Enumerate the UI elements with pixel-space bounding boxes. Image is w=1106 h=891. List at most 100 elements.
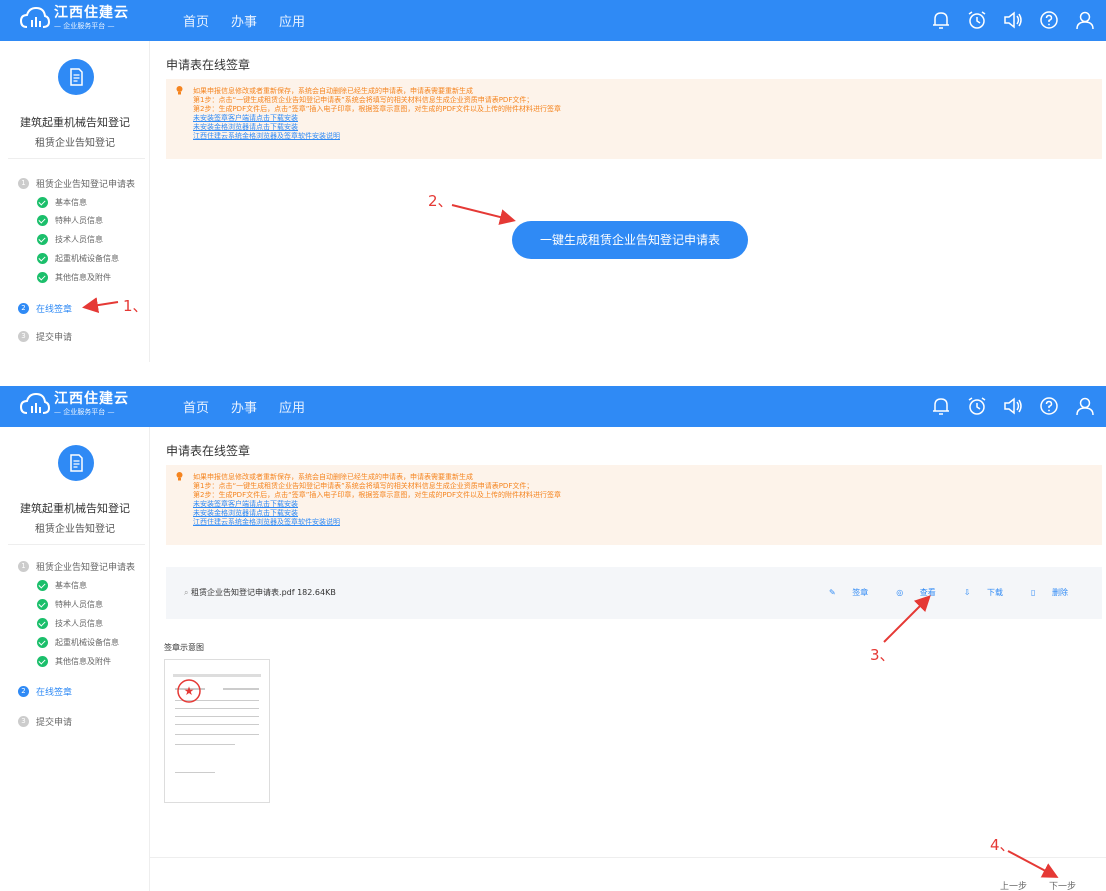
app-subtitle: — 企业服务平台 —: [54, 408, 115, 416]
sidebar: 建筑起重机械告知登记 租赁企业告知登记 1 租赁企业告知登记申请表 基本信息 特种…: [0, 427, 150, 891]
sidebar-title: 建筑起重机械告知登记: [20, 116, 130, 129]
lightbulb-icon: [176, 86, 183, 95]
bell-icon[interactable]: [930, 9, 952, 31]
nav-home[interactable]: 首页: [183, 11, 209, 30]
substep-basic-info[interactable]: 基本信息: [37, 197, 87, 208]
document-icon: [58, 445, 94, 481]
check-icon: [37, 197, 48, 208]
main-nav: 首页 办事 应用: [183, 386, 327, 427]
seal-example-title: 签章示意图: [164, 643, 204, 652]
top-bar: 江西住建云 — 企业服务平台 — 首页 办事 应用: [0, 0, 1106, 41]
step-application-form[interactable]: 1 租赁企业告知登记申请表: [18, 177, 135, 190]
document-icon: [58, 59, 94, 95]
step-label: 在线签章: [36, 305, 73, 315]
nav-apps[interactable]: 应用: [279, 397, 305, 416]
user-icon[interactable]: [1074, 9, 1096, 31]
step-online-seal[interactable]: 2 在线签章: [18, 302, 72, 315]
app-name: 江西住建云: [54, 5, 129, 21]
substep-basic-info[interactable]: 基本信息: [37, 580, 87, 591]
substep-label: 起重机械设备信息: [55, 638, 119, 647]
top-bar: 江西住建云 — 企业服务平台 — 首页 办事 应用: [0, 386, 1106, 427]
cloud-logo-icon: [20, 392, 50, 414]
app-logo[interactable]: 江西住建云 — 企业服务平台 —: [20, 391, 129, 417]
generate-form-button[interactable]: 一键生成租赁企业告知登记申请表: [512, 221, 748, 259]
check-icon: [37, 656, 48, 667]
nav-services[interactable]: 办事: [231, 397, 257, 416]
notice-box: 如果申报信息修改或者重新保存，系统会自动删除已经生成的申请表，申请表需要重新生成…: [166, 79, 1102, 159]
check-icon: [37, 253, 48, 264]
annotation-2: 2、: [428, 192, 453, 210]
download-label: 下载: [987, 588, 1004, 597]
step-number: 1: [18, 561, 29, 572]
next-step-button[interactable]: 下一步: [1049, 879, 1076, 891]
install-guide-link[interactable]: 江西住建云系统金格浏览器及签章软件安装说明: [193, 132, 1102, 141]
notice-line: 如果申报信息修改或者重新保存，系统会自动删除已经生成的申请表，申请表需要重新生成: [193, 473, 473, 481]
help-icon[interactable]: [1038, 395, 1060, 417]
paperclip-icon: ⌕: [184, 588, 192, 597]
substep-label: 基本信息: [55, 198, 87, 207]
alarm-clock-icon[interactable]: [966, 9, 988, 31]
app-subtitle: — 企业服务平台 —: [54, 22, 115, 30]
user-icon[interactable]: [1074, 395, 1096, 417]
eye-icon: ◎: [896, 588, 904, 597]
substep-other-info[interactable]: 其他信息及附件: [37, 272, 111, 283]
alarm-clock-icon[interactable]: [966, 395, 988, 417]
nav-home[interactable]: 首页: [183, 397, 209, 416]
sidebar-divider: [8, 158, 145, 159]
step-label: 提交申请: [36, 718, 73, 728]
seal-example-image[interactable]: ★: [164, 659, 270, 803]
check-icon: [37, 618, 48, 629]
substep-other-info[interactable]: 其他信息及附件: [37, 656, 111, 667]
download-button[interactable]: ⇩ 下载: [950, 587, 1003, 598]
step-number: 3: [18, 331, 29, 342]
view-button[interactable]: ◎ 查看: [882, 587, 936, 598]
page-title: 申请表在线签章: [166, 444, 251, 458]
nav-apps[interactable]: 应用: [279, 11, 305, 30]
check-icon: [37, 215, 48, 226]
notice-line: 第2步：生成PDF文件后，点击“签章”插入电子印章，根据签章示意图，对生成的PD…: [193, 491, 561, 499]
step-submit[interactable]: 3 提交申请: [18, 715, 72, 728]
substep-label: 特种人员信息: [55, 600, 103, 609]
step-label: 租赁企业告知登记申请表: [36, 563, 136, 573]
step-online-seal[interactable]: 2 在线签章: [18, 685, 72, 698]
main-nav: 首页 办事 应用: [183, 0, 327, 41]
annotation-4: 4、: [990, 836, 1015, 854]
file-name[interactable]: 租赁企业告知登记申请表.pdf: [191, 588, 295, 597]
seal-icon: ✎: [829, 588, 836, 597]
substep-label: 起重机械设备信息: [55, 254, 119, 263]
seal-button[interactable]: ✎ 签章: [815, 587, 868, 598]
notice-box: 如果申报信息修改或者重新保存，系统会自动删除已经生成的申请表，申请表需要重新生成…: [166, 465, 1102, 545]
page-title: 申请表在线签章: [166, 58, 251, 72]
speaker-icon[interactable]: [1002, 395, 1024, 417]
delete-button[interactable]: ▯ 删除: [1017, 587, 1068, 598]
substep-special-personnel[interactable]: 特种人员信息: [37, 215, 103, 226]
download-seal-client-link[interactable]: 未安装签章客户端请点击下载安装: [193, 114, 1102, 123]
substep-technical-personnel[interactable]: 技术人员信息: [37, 234, 103, 245]
nav-services[interactable]: 办事: [231, 11, 257, 30]
download-browser-link[interactable]: 未安装金格浏览器请点击下载安装: [193, 509, 1102, 518]
prev-step-button[interactable]: 上一步: [1000, 879, 1027, 891]
step-application-form[interactable]: 1 租赁企业告知登记申请表: [18, 560, 135, 573]
check-icon: [37, 637, 48, 648]
substep-label: 其他信息及附件: [55, 273, 111, 282]
substep-technical-personnel[interactable]: 技术人员信息: [37, 618, 103, 629]
substep-label: 其他信息及附件: [55, 657, 111, 666]
install-guide-link[interactable]: 江西住建云系统金格浏览器及签章软件安装说明: [193, 518, 1102, 527]
substep-machinery-info[interactable]: 起重机械设备信息: [37, 637, 119, 648]
app-logo[interactable]: 江西住建云 — 企业服务平台 —: [20, 5, 129, 31]
step-label: 租赁企业告知登记申请表: [36, 180, 136, 190]
seal-document-thumbnail: ★: [173, 674, 261, 773]
substep-label: 技术人员信息: [55, 235, 103, 244]
check-icon: [37, 234, 48, 245]
download-browser-link[interactable]: 未安装金格浏览器请点击下载安装: [193, 123, 1102, 132]
sidebar-divider: [8, 544, 145, 545]
substep-special-personnel[interactable]: 特种人员信息: [37, 599, 103, 610]
main-content: 申请表在线签章 如果申报信息修改或者重新保存，系统会自动删除已经生成的申请表，申…: [150, 427, 1106, 891]
download-seal-client-link[interactable]: 未安装签章客户端请点击下载安装: [193, 500, 1102, 509]
bell-icon[interactable]: [930, 395, 952, 417]
substep-label: 特种人员信息: [55, 216, 103, 225]
speaker-icon[interactable]: [1002, 9, 1024, 31]
step-submit[interactable]: 3 提交申请: [18, 330, 72, 343]
substep-machinery-info[interactable]: 起重机械设备信息: [37, 253, 119, 264]
help-icon[interactable]: [1038, 9, 1060, 31]
